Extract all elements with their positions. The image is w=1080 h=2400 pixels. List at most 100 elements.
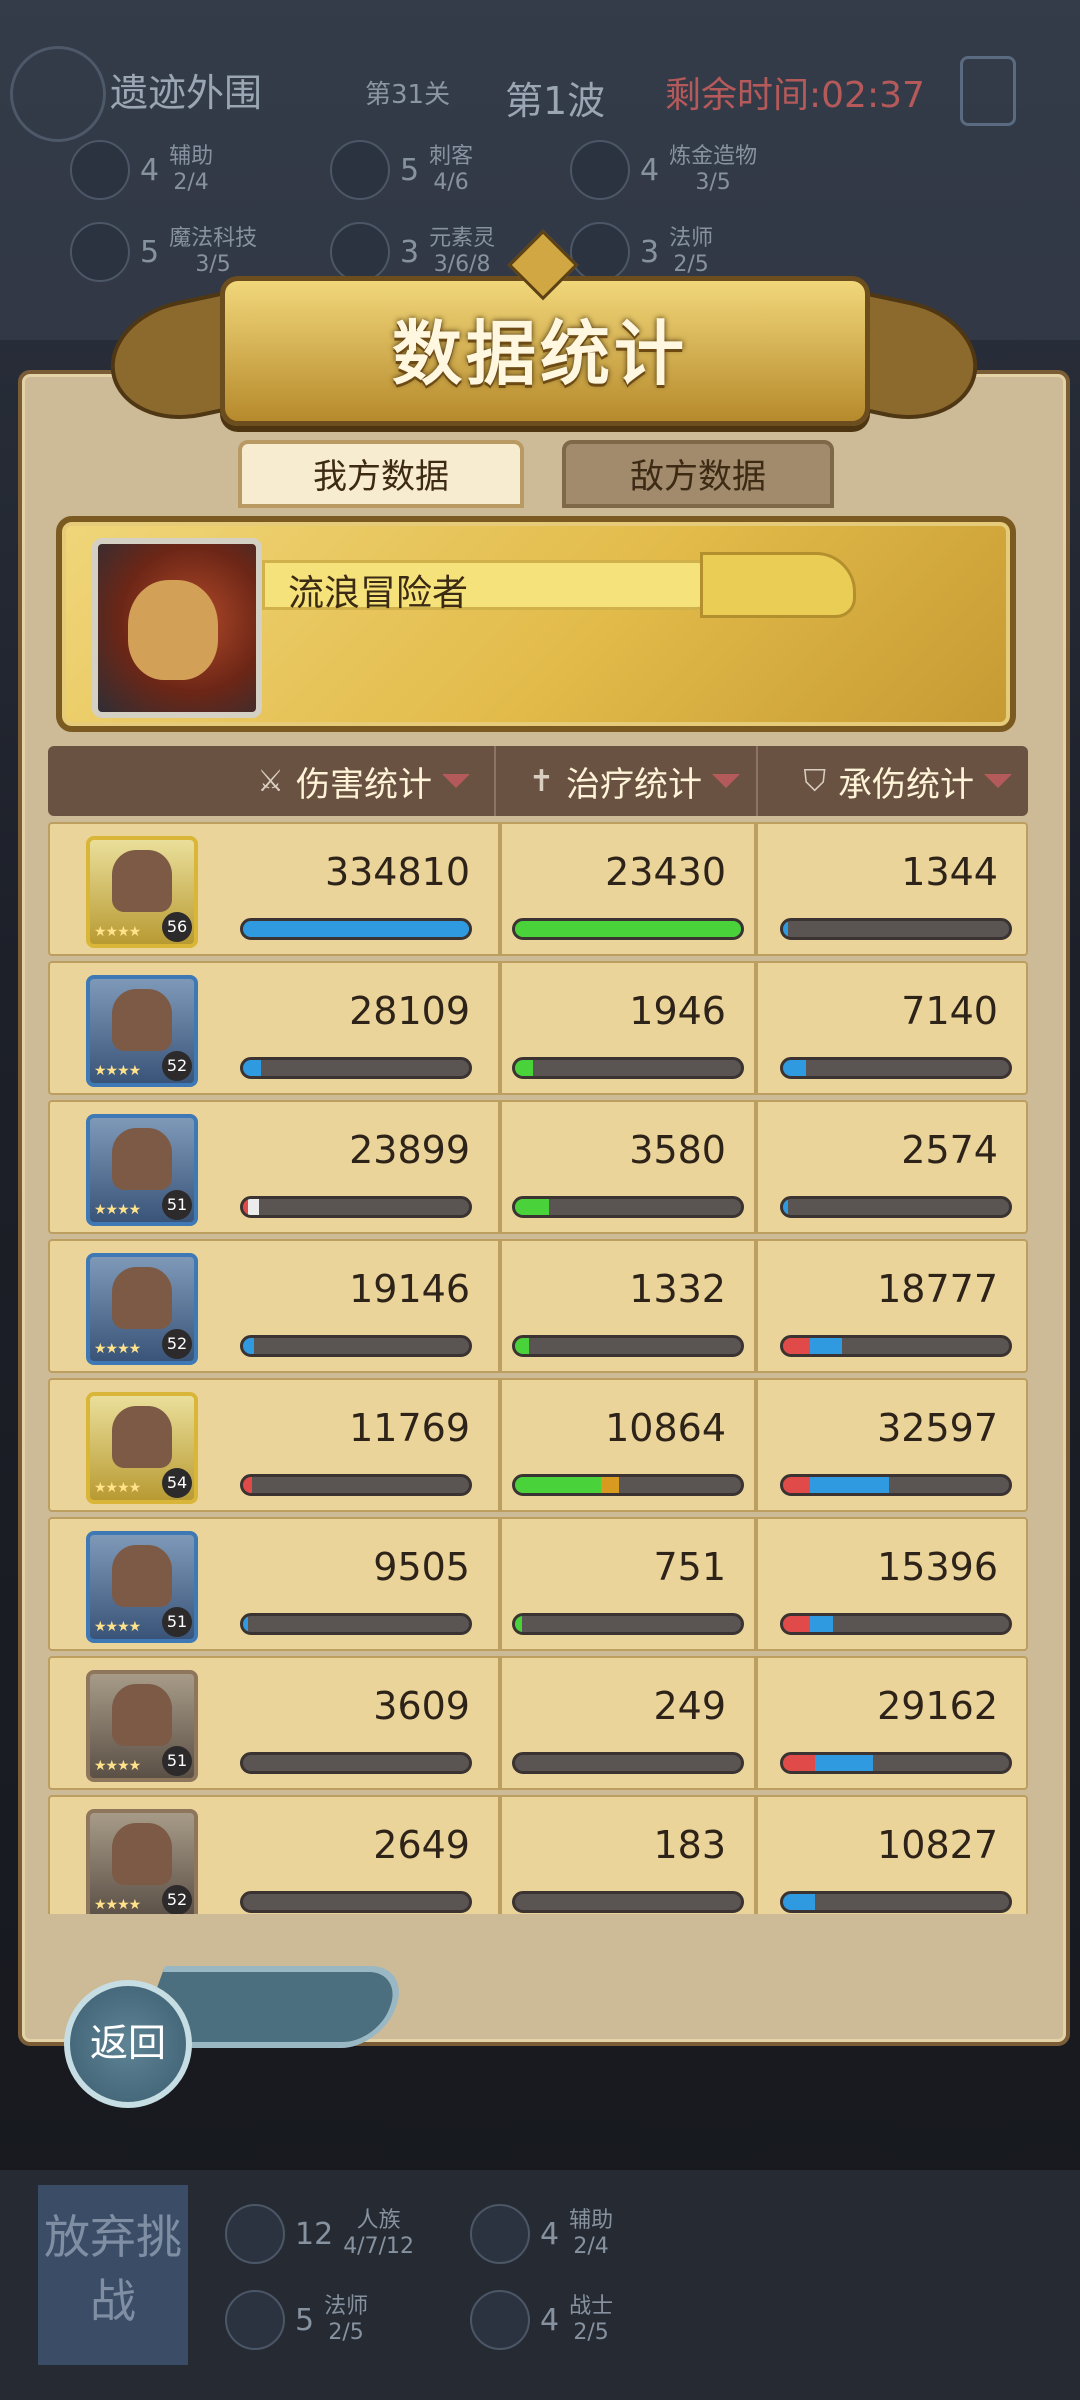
stat-progress-bar bbox=[512, 1891, 744, 1913]
sword-icon: ⚔ bbox=[257, 763, 284, 799]
hero-portrait[interactable]: ★★★★ 52 bbox=[86, 975, 198, 1087]
stat-progress-bar bbox=[512, 1335, 744, 1357]
heal-value: 183 bbox=[653, 1823, 726, 1867]
hero-portrait[interactable]: ★★★★ 51 bbox=[86, 1531, 198, 1643]
hero-stat-row: ★★★★ 51 9505 751 15396 bbox=[48, 1517, 1028, 1651]
pause-button bbox=[960, 56, 1016, 126]
damage-cell: ★★★★ 52 28109 bbox=[48, 961, 500, 1095]
damage-sort-header[interactable]: ⚔ 伤害统计 bbox=[48, 746, 494, 816]
bar-fill bbox=[810, 1616, 833, 1632]
stat-progress-bar bbox=[240, 1474, 472, 1496]
damage-value: 2649 bbox=[373, 1823, 470, 1867]
trait-badge: 3 法师 2/5 bbox=[570, 222, 713, 282]
hero-portrait[interactable]: ★★★★ 52 bbox=[86, 1253, 198, 1365]
bar-fill bbox=[243, 1616, 248, 1632]
star-rank-icon: ★★★★ bbox=[94, 1897, 141, 1913]
hero-portrait[interactable]: ★★★★ 56 bbox=[86, 836, 198, 948]
trait-icon bbox=[225, 2290, 285, 2350]
damage-cell: ★★★★ 56 334810 bbox=[48, 822, 500, 956]
back-button[interactable]: 返回 bbox=[64, 1980, 192, 2108]
heal-value: 249 bbox=[653, 1684, 726, 1728]
trait-badge: 5 魔法科技 3/5 bbox=[70, 222, 257, 282]
bar-fill bbox=[810, 1477, 890, 1493]
trait-icon bbox=[470, 2290, 530, 2350]
hero-stat-row: ★★★★ 56 334810 23430 1344 bbox=[48, 822, 1028, 956]
hero-level: 56 bbox=[162, 912, 192, 942]
damage-cell: ★★★★ 54 11769 bbox=[48, 1378, 500, 1512]
stat-progress-bar bbox=[780, 1057, 1012, 1079]
stat-progress-bar bbox=[240, 918, 472, 940]
heal-value: 1946 bbox=[629, 989, 726, 1033]
bar-fill bbox=[515, 1616, 522, 1632]
stats-list[interactable]: ★★★★ 56 334810 23430 1344 ★★★★ 52 28109 1946 7140… bbox=[48, 822, 1028, 1914]
trait-icon bbox=[330, 222, 390, 282]
tank-cell: 1344 bbox=[756, 822, 1028, 956]
heal-cell: 3580 bbox=[500, 1100, 756, 1234]
tab-enemy-data[interactable]: 敌方数据 bbox=[562, 440, 834, 508]
tank-cell: 2574 bbox=[756, 1100, 1028, 1234]
heal-cell: 751 bbox=[500, 1517, 756, 1651]
bar-fill bbox=[515, 1477, 601, 1493]
stat-progress-bar bbox=[240, 1057, 472, 1079]
trait-badge: 4 战士 2/5 bbox=[470, 2290, 613, 2350]
damage-value: 334810 bbox=[324, 850, 470, 894]
bar-fill bbox=[783, 1477, 811, 1493]
hero-level: 51 bbox=[162, 1746, 192, 1776]
tank-value: 18777 bbox=[877, 1267, 998, 1311]
hero-portrait[interactable]: ★★★★ 54 bbox=[86, 1392, 198, 1504]
tank-value: 29162 bbox=[877, 1684, 998, 1728]
trait-icon bbox=[70, 222, 130, 282]
stat-progress-bar bbox=[780, 1752, 1012, 1774]
stat-progress-bar bbox=[512, 918, 744, 940]
tank-cell: 32597 bbox=[756, 1378, 1028, 1512]
hero-figure-icon bbox=[112, 989, 172, 1051]
hero-portrait[interactable]: ★★★★ 51 bbox=[86, 1114, 198, 1226]
bar-fill bbox=[810, 1338, 842, 1354]
star-rank-icon: ★★★★ bbox=[94, 1202, 141, 1218]
star-rank-icon: ★★★★ bbox=[94, 1341, 141, 1357]
trait-icon bbox=[570, 222, 630, 282]
star-rank-icon: ★★★★ bbox=[94, 1063, 141, 1079]
coin-icon bbox=[10, 46, 106, 142]
star-rank-icon: ★★★★ bbox=[94, 1480, 141, 1496]
heal-cell: 249 bbox=[500, 1656, 756, 1790]
hero-stat-row: ★★★★ 51 3609 249 29162 bbox=[48, 1656, 1028, 1790]
heal-sort-header[interactable]: ✝ 治疗统计 bbox=[494, 746, 756, 816]
hero-stat-row: ★★★★ 52 19146 1332 18777 bbox=[48, 1239, 1028, 1373]
tank-value: 7140 bbox=[901, 989, 998, 1033]
heal-value: 23430 bbox=[605, 850, 726, 894]
panel-title: 数据统计 bbox=[392, 313, 688, 395]
trait-badge: 5 刺客 4/6 bbox=[330, 140, 473, 200]
hero-figure-icon bbox=[112, 1267, 172, 1329]
bar-fill bbox=[783, 921, 788, 937]
heal-value: 1332 bbox=[629, 1267, 726, 1311]
tab-my-data[interactable]: 我方数据 bbox=[238, 440, 524, 508]
bar-fill bbox=[243, 1060, 262, 1076]
trait-icon bbox=[70, 140, 130, 200]
bar-fill bbox=[600, 1477, 619, 1493]
bar-fill bbox=[783, 1755, 815, 1771]
stat-progress-bar bbox=[512, 1474, 744, 1496]
bar-fill bbox=[814, 1755, 874, 1771]
heal-value: 3580 bbox=[629, 1128, 726, 1172]
hero-portrait[interactable]: ★★★★ 51 bbox=[86, 1670, 198, 1782]
trait-badge: 4 辅助 2/4 bbox=[70, 140, 213, 200]
player-avatar bbox=[92, 538, 262, 718]
stat-progress-bar bbox=[240, 1752, 472, 1774]
trait-icon bbox=[330, 140, 390, 200]
hero-stat-row: ★★★★ 52 28109 1946 7140 bbox=[48, 961, 1028, 1095]
trait-badge: 4 炼金造物 3/5 bbox=[570, 140, 757, 200]
give-up-button: 放弃挑战 bbox=[38, 2185, 188, 2365]
sort-arrow-icon bbox=[712, 774, 740, 788]
damage-value: 3609 bbox=[373, 1684, 470, 1728]
tank-sort-header[interactable]: ⛉ 承伤统计 bbox=[756, 746, 1028, 816]
heal-cell: 1946 bbox=[500, 961, 756, 1095]
remaining-time: 剩余时间:02:37 bbox=[665, 75, 925, 116]
bar-fill bbox=[783, 1199, 788, 1215]
bar-fill bbox=[515, 1199, 549, 1215]
bar-fill bbox=[783, 1894, 815, 1910]
hero-portrait[interactable]: ★★★★ 52 bbox=[86, 1809, 198, 1914]
trait-icon bbox=[225, 2204, 285, 2264]
hero-level: 51 bbox=[162, 1607, 192, 1637]
star-rank-icon: ★★★★ bbox=[94, 1758, 141, 1774]
